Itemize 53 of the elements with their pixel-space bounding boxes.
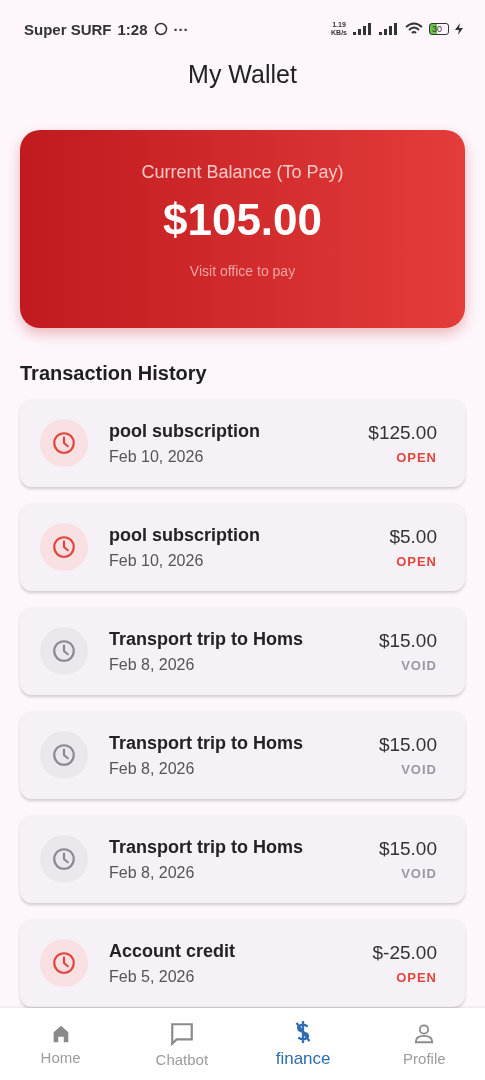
clock-icon (40, 419, 88, 467)
balance-label: Current Balance (To Pay) (141, 162, 344, 183)
balance-note: Visit office to pay (189, 263, 296, 279)
carrier-name: Super SURF (24, 20, 112, 38)
transaction-card[interactable]: Account credit Feb 5, 2026 $-25.00 OPEN (20, 919, 465, 1007)
transaction-card[interactable]: Transport trip to Homs Feb 8, 2026 $15.00 VOID (20, 711, 465, 799)
message-icon (153, 22, 168, 36)
transaction-date: Feb 8, 2026 (109, 759, 196, 778)
transaction-date: Feb 8, 2026 (109, 655, 196, 674)
transaction-card[interactable]: Transport trip to Homs Feb 8, 2026 $15.00 VOID (20, 815, 465, 903)
transaction-card[interactable]: Transport trip to Homs Feb 8, 2026 $15.00 VOID (20, 607, 465, 695)
status-label: VOID (401, 761, 437, 777)
section-heading: Transaction History (20, 362, 208, 385)
transaction-card[interactable]: pool subscription Feb 10, 2026 $125.00 OPEN (20, 399, 465, 487)
transaction-date: Feb 10, 2026 (109, 447, 205, 466)
charging-icon (455, 23, 463, 35)
clock-icon (40, 523, 88, 571)
transaction-title: Transport trip to Homs (109, 836, 304, 858)
transaction-amount: $15.00 (378, 837, 437, 860)
transaction-date: Feb 8, 2026 (109, 863, 196, 882)
more-indicator: ··· (173, 20, 189, 38)
status-label: VOID (401, 657, 437, 673)
transaction-date: Feb 10, 2026 (109, 551, 205, 570)
person-icon (413, 1021, 436, 1046)
battery-indicator: 30 (429, 23, 449, 35)
clock-icon (40, 835, 88, 883)
transaction-amount: $15.00 (378, 733, 437, 756)
status-label: OPEN (396, 449, 437, 465)
transaction-title: Account credit (109, 940, 237, 962)
status-label: OPEN (396, 969, 437, 985)
nav-tab[interactable]: finance (242, 1008, 364, 1080)
transaction-title: pool subscription (109, 420, 261, 442)
transaction-title: Transport trip to Homs (109, 732, 304, 754)
clock-time: 1:28 (117, 20, 148, 38)
transaction-date: Feb 5, 2026 (109, 967, 196, 986)
status-label: VOID (401, 865, 437, 881)
page-title: My Wallet (187, 60, 298, 90)
transaction-card[interactable]: pool subscription Feb 10, 2026 $5.00 OPEN (20, 503, 465, 591)
clock-icon (40, 627, 88, 675)
wifi-icon (405, 22, 423, 36)
transaction-amount: $15.00 (378, 629, 437, 652)
clock-icon (40, 731, 88, 779)
transaction-amount: $-25.00 (372, 941, 437, 964)
signal-icon (379, 23, 399, 35)
chat-icon (168, 1020, 195, 1047)
transaction-amount: $125.00 (368, 421, 437, 444)
transaction-title: pool subscription (109, 524, 261, 546)
clock-icon (40, 939, 88, 987)
transaction-amount: $5.00 (389, 525, 437, 548)
signal-icon (353, 23, 373, 35)
status-label: OPEN (396, 553, 437, 569)
transaction-title: Transport trip to Homs (109, 628, 304, 650)
balance-amount: $105.00 (162, 195, 323, 245)
